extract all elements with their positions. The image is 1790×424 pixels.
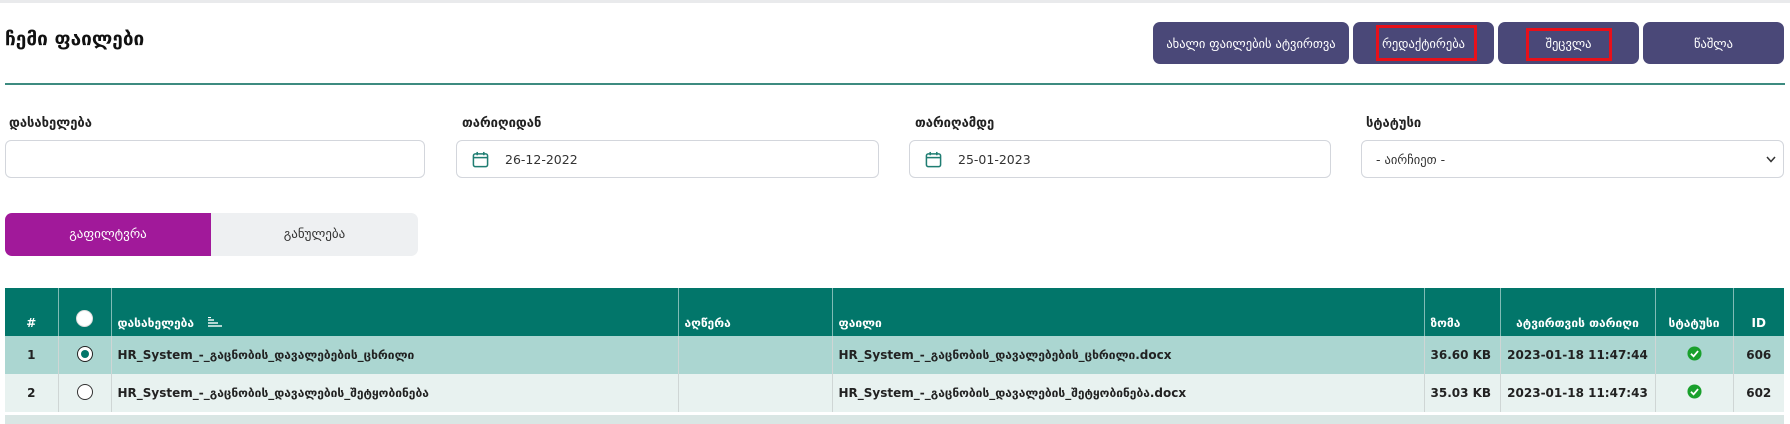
row-radio[interactable] bbox=[76, 383, 93, 400]
col-header-name-label: დასახელება bbox=[117, 316, 195, 330]
row-radio-selected[interactable] bbox=[76, 345, 93, 362]
name-filter-input[interactable] bbox=[5, 140, 425, 178]
files-table: # დასახელება აღწერა ფაილი ზომა ატვირთვის… bbox=[5, 288, 1784, 412]
check-circle-icon bbox=[1686, 346, 1702, 361]
sort-icon[interactable] bbox=[208, 317, 223, 327]
reset-button[interactable]: განულება bbox=[211, 213, 418, 256]
page-title: ჩემი ფაილები bbox=[5, 28, 145, 50]
row-num: 1 bbox=[5, 336, 59, 374]
calendar-icon bbox=[925, 151, 942, 167]
name-filter-label: დასახელება bbox=[9, 116, 92, 131]
calendar-icon bbox=[472, 151, 489, 167]
date-from-label: თარიღიდან bbox=[462, 116, 542, 131]
row-num: 2 bbox=[5, 374, 59, 412]
table-row[interactable]: 1 HR_System_-_გაცნობის_დავალებების_ცხრილ… bbox=[5, 336, 1784, 374]
col-header-num: # bbox=[5, 288, 59, 336]
row-name: HR_System_-_გაცნობის_დავალების_შეტყობინე… bbox=[111, 374, 679, 412]
status-select[interactable]: - აირჩიეთ - bbox=[1361, 140, 1784, 178]
table-row[interactable]: 2 HR_System_-_გაცნობის_დავალების_შეტყობი… bbox=[5, 374, 1784, 412]
row-select[interactable] bbox=[58, 374, 112, 412]
date-to-input[interactable]: 25-01-2023 bbox=[909, 140, 1331, 178]
col-header-status: სტატუსი bbox=[1655, 288, 1734, 336]
col-header-select[interactable] bbox=[58, 288, 112, 336]
date-to-value: 25-01-2023 bbox=[958, 151, 1031, 167]
row-upload-date: 2023-01-18 11:47:44 bbox=[1500, 336, 1656, 374]
row-select[interactable] bbox=[58, 336, 112, 374]
row-status bbox=[1655, 374, 1734, 412]
row-id: 602 bbox=[1733, 374, 1784, 412]
check-circle-icon bbox=[1686, 384, 1702, 399]
col-header-file: ფაილი bbox=[832, 288, 1425, 336]
top-strip bbox=[0, 0, 1790, 3]
date-from-input[interactable]: 26-12-2022 bbox=[456, 140, 879, 178]
select-all-radio[interactable] bbox=[76, 310, 93, 327]
date-to-label: თარიღამდე bbox=[915, 116, 995, 131]
edit-button[interactable]: რედაქტირება bbox=[1353, 22, 1494, 64]
delete-button[interactable]: წაშლა bbox=[1643, 22, 1784, 64]
col-header-description: აღწერა bbox=[678, 288, 833, 336]
col-header-name[interactable]: დასახელება bbox=[111, 288, 679, 336]
filter-button[interactable]: გაფილტვრა bbox=[5, 213, 211, 256]
col-header-id: ID bbox=[1733, 288, 1784, 336]
row-description bbox=[678, 374, 833, 412]
table-header-row: # დასახელება აღწერა ფაილი ზომა ატვირთვის… bbox=[5, 288, 1784, 336]
row-name: HR_System_-_გაცნობის_დავალებების_ცხრილი bbox=[111, 336, 679, 374]
row-size: 36.60 KB bbox=[1424, 336, 1501, 374]
change-button[interactable]: შეცვლა bbox=[1498, 22, 1639, 64]
row-id: 606 bbox=[1733, 336, 1784, 374]
col-header-upload-date: ატვირთვის თარიღი bbox=[1500, 288, 1656, 336]
status-filter-label: სტატუსი bbox=[1366, 116, 1422, 131]
row-upload-date: 2023-01-18 11:47:43 bbox=[1500, 374, 1656, 412]
upload-files-button[interactable]: ახალი ფაილების ატვირთვა bbox=[1153, 22, 1349, 64]
status-select-value: - აირჩიეთ - bbox=[1376, 151, 1446, 167]
row-file[interactable]: HR_System_-_გაცნობის_დავალებების_ცხრილი.… bbox=[832, 336, 1425, 374]
row-description bbox=[678, 336, 833, 374]
row-file[interactable]: HR_System_-_გაცნობის_დავალების_შეტყობინე… bbox=[832, 374, 1425, 412]
date-from-value: 26-12-2022 bbox=[505, 151, 578, 167]
next-row-partial bbox=[5, 415, 1784, 424]
chevron-down-icon bbox=[1766, 156, 1776, 163]
header-divider bbox=[5, 83, 1785, 85]
col-header-size: ზომა bbox=[1424, 288, 1501, 336]
row-status bbox=[1655, 336, 1734, 374]
row-size: 35.03 KB bbox=[1424, 374, 1501, 412]
